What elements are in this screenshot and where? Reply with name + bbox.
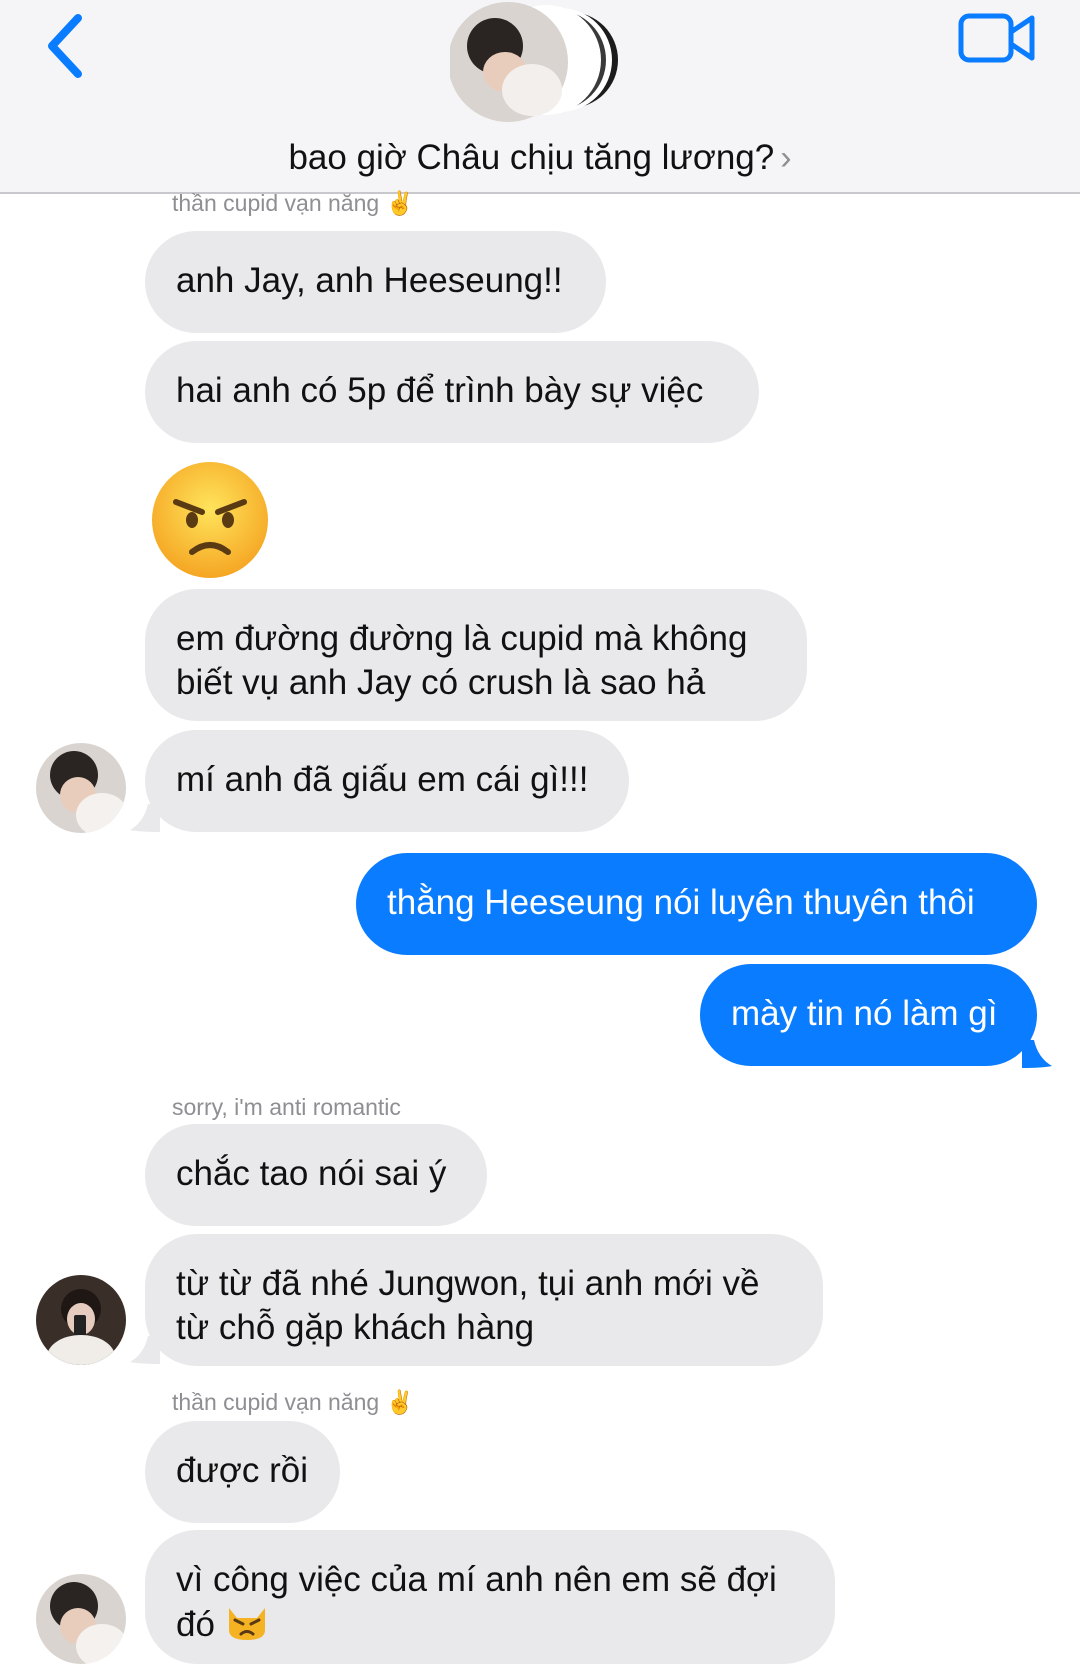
message-text-line: từ từ đã nhé Jungwon, tụi anh mới về: [176, 1264, 760, 1303]
message-text: hai anh có 5p để trình bày sự việc: [176, 371, 704, 410]
angry-face-icon: [152, 462, 268, 578]
avatar[interactable]: [36, 1275, 126, 1365]
message-bubble-incoming[interactable]: từ từ đã nhé Jungwon, tụi anh mới về từ …: [145, 1234, 823, 1366]
bubble-tail: [1022, 1040, 1052, 1068]
message-bubble-outgoing[interactable]: thằng Heeseung nói luyên thuyên thôi: [356, 853, 1037, 955]
angry-face-emoji[interactable]: [148, 458, 272, 582]
conversation-title[interactable]: bao giờ Châu chịu tăng lương? ›: [0, 138, 1080, 178]
conversation-title-text: bao giờ Châu chịu tăng lương?: [288, 138, 775, 177]
avatar[interactable]: [36, 1574, 126, 1664]
chevron-left-icon: [48, 14, 82, 78]
message-text: đó: [176, 1605, 215, 1644]
conversation-header: bao giờ Châu chịu tăng lương? ›: [0, 0, 1080, 194]
message-bubble-incoming[interactable]: được rồi: [145, 1421, 340, 1523]
message-text-line: từ chỗ gặp khách hàng: [176, 1308, 535, 1347]
message-text-line: đó: [176, 1602, 804, 1647]
message-bubble-outgoing[interactable]: mày tin nó làm gì: [700, 964, 1037, 1066]
sender-name: thần cupid vạn năng ✌️: [172, 190, 415, 216]
message-text: anh Jay, anh Heeseung!!: [176, 261, 563, 300]
message-text: mí anh đã giấu em cái gì!!!: [176, 760, 589, 799]
group-avatar[interactable]: [448, 0, 630, 126]
message-text-line: biết vụ anh Jay có crush là sao hả: [176, 663, 706, 702]
message-bubble-incoming[interactable]: vì công việc của mí anh nên em sẽ đợi đó: [145, 1530, 835, 1664]
video-camera-icon: [958, 13, 1035, 63]
video-call-button[interactable]: [958, 10, 1038, 66]
back-button[interactable]: [42, 10, 94, 82]
pouting-cat-emoji: [225, 1602, 269, 1647]
sender-name: thần cupid vạn năng ✌️: [172, 1389, 415, 1415]
message-bubble-incoming[interactable]: chắc tao nói sai ý: [145, 1124, 487, 1226]
chevron-right-icon: ›: [780, 139, 792, 177]
message-text-line: vì công việc của mí anh nên em sẽ đợi: [176, 1560, 777, 1599]
sender-name: sorry, i'm anti romantic: [172, 1094, 401, 1120]
message-text: chắc tao nói sai ý: [176, 1154, 447, 1193]
message-bubble-incoming[interactable]: anh Jay, anh Heeseung!!: [145, 231, 606, 333]
message-bubble-incoming[interactable]: mí anh đã giấu em cái gì!!!: [145, 730, 629, 832]
message-bubble-incoming[interactable]: hai anh có 5p để trình bày sự việc: [145, 341, 759, 443]
message-text: thằng Heeseung nói luyên thuyên thôi: [387, 883, 975, 922]
message-bubble-incoming[interactable]: em đường đường là cupid mà không biết vụ…: [145, 589, 807, 721]
message-text: mày tin nó làm gì: [731, 994, 998, 1033]
message-text-line: em đường đường là cupid mà không: [176, 619, 748, 658]
message-text: được rồi: [176, 1451, 308, 1490]
avatar[interactable]: [36, 743, 126, 833]
